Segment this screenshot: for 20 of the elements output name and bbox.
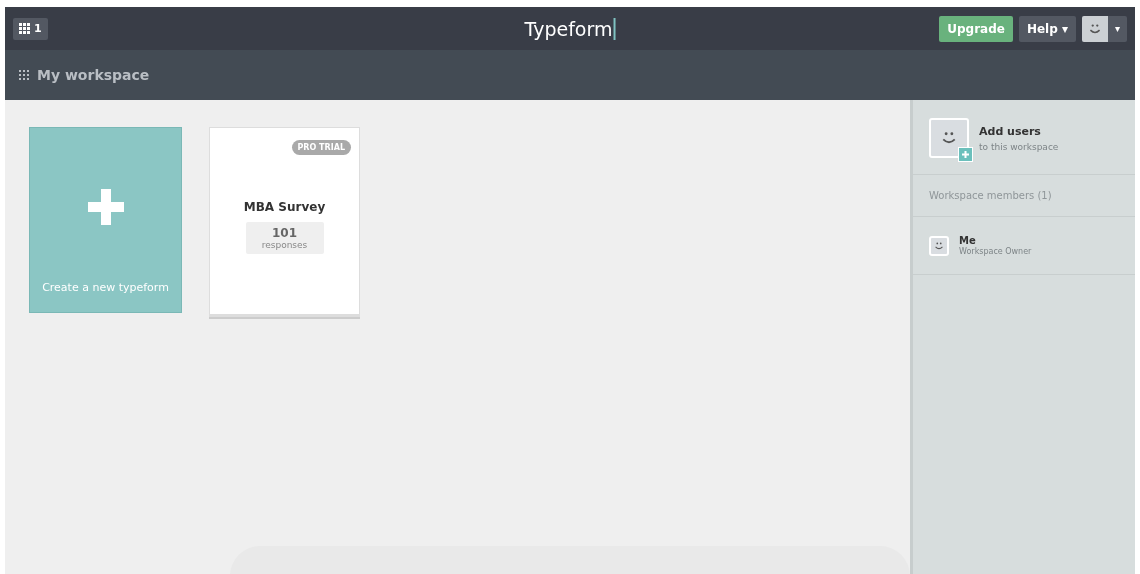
add-users-subtitle: to this workspace [979, 141, 1059, 152]
account-menu[interactable]: ▾ [1082, 15, 1127, 42]
grid-icon [19, 70, 29, 80]
text-cursor [613, 17, 616, 40]
members-heading: Workspace members (1) [929, 190, 1052, 201]
workspace-title: My workspace [37, 67, 150, 83]
workspaces-button[interactable]: 1 [13, 17, 48, 40]
plus-icon [87, 189, 124, 225]
form-title: MBA Survey [243, 200, 326, 214]
typeform-logo: Typeform [524, 17, 613, 40]
account-caret[interactable]: ▾ [1108, 15, 1127, 42]
responses-count: 101 [271, 226, 298, 240]
member-name: Me [959, 235, 977, 246]
add-users-link[interactable]: Add users [979, 124, 1059, 138]
responses-label: responses [261, 240, 308, 250]
plus-icon [962, 151, 969, 158]
grid-icon [19, 23, 30, 34]
help-button[interactable]: Help ▾ [1018, 15, 1076, 42]
pro-trial-badge: PRO TRIAL [291, 140, 351, 155]
member-role: Workspace Owner [959, 247, 1032, 256]
